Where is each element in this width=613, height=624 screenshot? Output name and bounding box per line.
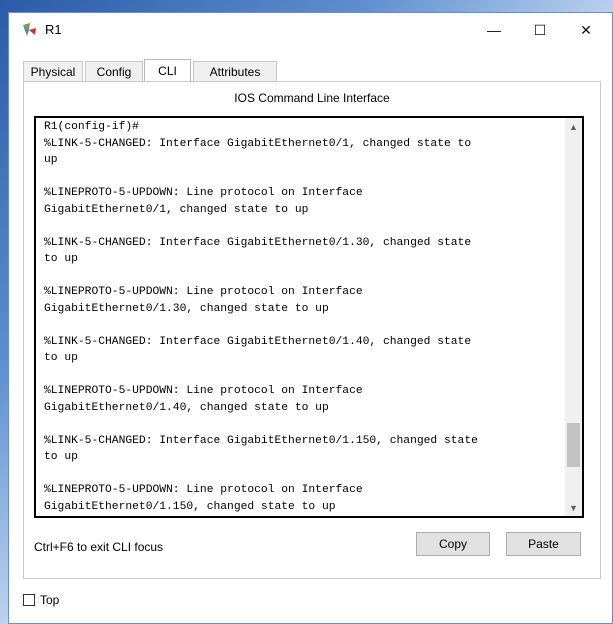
tab-cli[interactable]: CLI xyxy=(144,59,191,82)
minimize-button[interactable]: — xyxy=(471,13,517,47)
scrollbar-thumb[interactable] xyxy=(567,423,580,467)
maximize-button[interactable]: ☐ xyxy=(517,13,563,47)
cli-output[interactable]: R1(config-if)# %LINK-5-CHANGED: Interfac… xyxy=(44,119,562,515)
window-title: R1 xyxy=(45,22,62,37)
tab-physical[interactable]: Physical xyxy=(23,61,83,81)
vertical-scrollbar[interactable]: ▲ ▼ xyxy=(565,118,582,516)
cli-panel: IOS Command Line Interface R1(config-if)… xyxy=(23,81,601,579)
copy-button[interactable]: Copy xyxy=(416,532,490,556)
router-window: R1 — ☐ ✕ Physical Config CLI Attributes … xyxy=(8,12,613,624)
router-icon xyxy=(21,22,37,38)
close-button[interactable]: ✕ xyxy=(563,13,609,47)
cli-focus-hint: Ctrl+F6 to exit CLI focus xyxy=(34,540,164,554)
tab-config[interactable]: Config xyxy=(85,61,143,81)
title-bar[interactable]: R1 — ☐ ✕ xyxy=(9,13,612,47)
top-checkbox[interactable] xyxy=(23,594,35,606)
chevron-down-icon[interactable]: ▼ xyxy=(565,499,582,516)
tab-attributes[interactable]: Attributes xyxy=(193,61,277,81)
paste-button[interactable]: Paste xyxy=(506,532,581,556)
top-checkbox-row[interactable]: Top xyxy=(23,593,59,607)
section-title: IOS Command Line Interface xyxy=(234,91,390,105)
top-checkbox-label: Top xyxy=(40,593,60,607)
chevron-up-icon[interactable]: ▲ xyxy=(565,118,582,135)
cli-terminal[interactable]: R1(config-if)# %LINK-5-CHANGED: Interfac… xyxy=(34,116,584,518)
